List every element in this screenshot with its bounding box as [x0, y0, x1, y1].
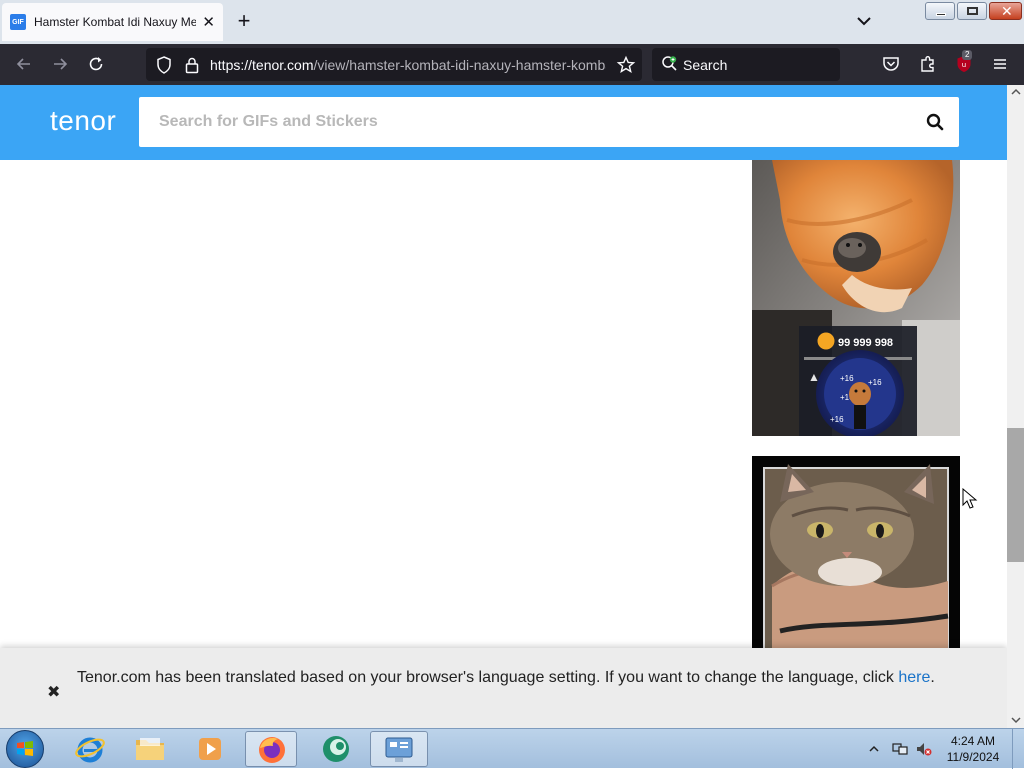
control-panel-icon	[385, 737, 413, 762]
clock-time: 4:24 AM	[950, 734, 996, 748]
taskbar-internet-explorer[interactable]	[64, 731, 116, 767]
url-host: https://tenor.com	[210, 57, 314, 73]
translation-notice-text: Tenor.com has been translated based on y…	[77, 666, 977, 690]
forward-arrow-icon[interactable]	[50, 54, 70, 74]
clock-date: 11/9/2024	[946, 750, 1000, 764]
tab-strip: GIF Hamster Kombat Idi Naxuy Meme ✕ + ✕	[0, 0, 1024, 44]
taskbar-firefox[interactable]	[245, 731, 297, 767]
search-engine-icon	[662, 56, 677, 71]
page-scrollbar[interactable]	[1007, 85, 1024, 728]
extensions-puzzle-icon[interactable]	[918, 54, 938, 74]
svg-text:u: u	[962, 61, 966, 69]
volume-muted-icon[interactable]	[916, 741, 932, 757]
restore-button[interactable]	[957, 2, 987, 20]
change-language-link[interactable]: here	[898, 669, 930, 686]
tap-label: +16	[868, 378, 882, 387]
search-box-label: Search	[683, 57, 728, 73]
taskbar-file-explorer[interactable]	[124, 731, 176, 767]
tenor-logo[interactable]: tenor	[50, 105, 116, 137]
translation-notice-banner: ✖ Tenor.com has been translated based on…	[0, 648, 1007, 728]
tracking-shield-icon[interactable]	[154, 55, 174, 75]
translation-notice-suffix: .	[930, 669, 935, 686]
extension-count-badge: 2	[962, 50, 973, 60]
chevron-down-icon[interactable]	[853, 10, 875, 32]
tenor-header: tenor	[0, 85, 1007, 160]
url-text[interactable]: https://tenor.com/view/hamster-kombat-id…	[210, 57, 606, 73]
address-bar[interactable]: https://tenor.com/view/hamster-kombat-id…	[146, 48, 642, 81]
web-search-box[interactable]: Search	[652, 48, 840, 81]
scroll-up-arrow-icon[interactable]	[1011, 87, 1021, 97]
menu-hamburger-icon[interactable]	[990, 54, 1010, 74]
search-icon[interactable]	[925, 112, 945, 132]
tap-label: +16	[830, 415, 844, 424]
gif-cat-with-hamster[interactable]: 99 999 998 ▲ +16 +16 +16 +16	[752, 160, 960, 436]
tab-favicon-icon: GIF	[10, 14, 26, 30]
scroll-down-arrow-icon[interactable]	[1011, 715, 1021, 725]
translation-notice-message: Tenor.com has been translated based on y…	[77, 669, 899, 686]
reload-icon[interactable]	[86, 54, 106, 74]
close-icon[interactable]: ✖	[47, 682, 60, 702]
media-player-icon	[199, 738, 221, 760]
new-tab-button[interactable]: +	[232, 10, 256, 32]
minimize-button[interactable]	[925, 2, 955, 20]
internet-explorer-icon	[75, 737, 105, 763]
bookmark-star-icon[interactable]	[616, 55, 636, 75]
lock-icon[interactable]	[182, 55, 202, 75]
taskbar-media-player[interactable]	[184, 731, 236, 767]
network-icon[interactable]	[892, 741, 908, 757]
mouse-cursor-icon	[962, 488, 978, 509]
url-path: /view/hamster-kombat-idi-naxuy-hamster-k…	[313, 57, 607, 73]
navigation-toolbar: https://tenor.com/view/hamster-kombat-id…	[0, 44, 1024, 85]
tab-hamster-kombat[interactable]: GIF Hamster Kombat Idi Naxuy Meme ✕	[2, 3, 223, 41]
tab-title: Hamster Kombat Idi Naxuy Meme	[34, 15, 197, 29]
scrollbar-thumb[interactable]	[1007, 428, 1024, 562]
close-window-button[interactable]: ✕	[989, 2, 1022, 20]
back-arrow-icon[interactable]	[14, 54, 34, 74]
coin-count-label: 99 999 998	[838, 337, 893, 349]
start-button[interactable]	[6, 730, 44, 768]
windows-taskbar: 4:24 AM 11/9/2024	[0, 728, 1024, 769]
taskbar-control-panel[interactable]	[370, 731, 428, 767]
web-page: tenor Search for GIFs and Stickers 99 99…	[0, 85, 1007, 728]
windows-logo-icon	[17, 741, 33, 756]
gif-cat-held-by-hand[interactable]	[752, 456, 960, 656]
tenor-search-bar	[139, 97, 959, 147]
show-desktop-button[interactable]	[1012, 729, 1024, 769]
tenor-search-input[interactable]	[139, 97, 909, 147]
app-icon	[323, 736, 349, 762]
folder-icon	[136, 738, 164, 760]
tab-close-icon[interactable]: ✕	[202, 15, 215, 30]
firefox-icon	[259, 737, 285, 763]
tray-expand-arrow-icon[interactable]	[868, 741, 880, 757]
taskbar-app[interactable]	[310, 731, 362, 767]
pocket-icon[interactable]	[881, 54, 901, 74]
tap-label: +16	[840, 374, 854, 383]
system-clock[interactable]: 4:24 AM 11/9/2024	[940, 733, 1006, 765]
